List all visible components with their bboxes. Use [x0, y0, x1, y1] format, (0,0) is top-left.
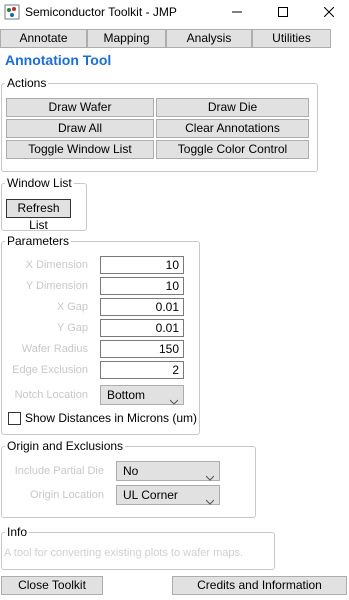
notch-location-label: Notch Location: [14, 389, 88, 401]
close-toolkit-button[interactable]: Close Toolkit: [1, 576, 103, 595]
window-list-group: Window List Refresh List: [1, 176, 87, 232]
notch-location-value: Bottom: [107, 388, 146, 402]
y-dimension-input[interactable]: 10: [100, 277, 184, 295]
y-gap-input[interactable]: 0.01: [100, 319, 184, 337]
x-dimension-input[interactable]: 10: [100, 256, 184, 274]
chevron-down-icon: [169, 392, 179, 410]
origin-location-label: Origin Location: [30, 489, 104, 501]
info-text: A tool for converting existing plots to …: [4, 547, 244, 559]
window-title: Semiconductor Toolkit - JMP: [25, 5, 177, 19]
draw-die-button[interactable]: Draw Die: [156, 98, 309, 117]
edge-exclusion-label: Edge Exclusion: [12, 364, 88, 376]
maximize-icon: [278, 6, 288, 20]
x-gap-input[interactable]: 0.01: [100, 298, 184, 316]
toggle-window-list-button[interactable]: Toggle Window List: [6, 140, 154, 159]
page-title: Annotation Tool: [5, 52, 112, 68]
window-list-legend: Window List: [5, 176, 74, 190]
origin-location-value: UL Corner: [123, 488, 178, 502]
info-group: Info A tool for converting existing plot…: [1, 525, 275, 570]
draw-all-button[interactable]: Draw All: [6, 119, 154, 138]
y-gap-label: Y Gap: [57, 322, 88, 334]
toggle-color-control-button[interactable]: Toggle Color Control: [156, 140, 309, 159]
tab-annotate[interactable]: Annotate: [0, 29, 87, 48]
x-gap-label: X Gap: [56, 301, 88, 313]
show-microns-label: Show Distances in Microns (um): [25, 411, 198, 425]
edge-exclusion-input[interactable]: 2: [100, 361, 184, 379]
maximize-button[interactable]: [260, 0, 306, 26]
credits-information-button[interactable]: Credits and Information: [172, 576, 347, 595]
origin-location-select[interactable]: UL Corner: [116, 485, 220, 505]
tab-analysis[interactable]: Analysis: [166, 29, 252, 48]
include-partial-die-select[interactable]: No: [116, 461, 220, 481]
close-window-button[interactable]: [306, 0, 349, 26]
parameters-legend: Parameters: [5, 234, 72, 248]
tab-mapping[interactable]: Mapping: [87, 29, 166, 48]
minimize-button[interactable]: [214, 0, 260, 26]
y-dimension-label: Y Dimension: [25, 280, 88, 292]
wafer-radius-input[interactable]: 150: [100, 340, 184, 358]
origin-exclusions-group: Origin and Exclusions Include Partial Di…: [1, 439, 256, 518]
actions-legend: Actions: [5, 76, 49, 90]
close-icon: [323, 6, 335, 20]
clear-annotations-button[interactable]: Clear Annotations: [156, 119, 309, 138]
notch-location-select[interactable]: Bottom: [100, 385, 184, 405]
parameters-group: Parameters X Dimension 10 Y Dimension 10…: [1, 234, 200, 435]
origin-legend: Origin and Exclusions: [5, 439, 126, 453]
refresh-list-button[interactable]: Refresh List: [6, 199, 71, 232]
tab-utilities[interactable]: Utilities: [252, 29, 331, 48]
jmp-app-icon: [4, 4, 20, 20]
draw-wafer-button[interactable]: Draw Wafer: [6, 98, 154, 117]
chevron-down-icon: [205, 468, 215, 486]
chevron-down-icon: [205, 492, 215, 510]
include-partial-die-value: No: [123, 464, 139, 478]
title-bar: Semiconductor Toolkit - JMP: [0, 0, 349, 26]
show-microns-checkbox[interactable]: [8, 412, 21, 425]
minimize-icon: [232, 6, 242, 20]
x-dimension-label: X Dimension: [25, 259, 88, 271]
actions-group: Actions Draw Wafer Draw Die Draw All Cle…: [1, 76, 318, 172]
info-legend: Info: [5, 525, 30, 539]
include-partial-die-label: Include Partial Die: [14, 465, 104, 477]
tab-bar: Annotate Mapping Analysis Utilities: [0, 29, 349, 49]
wafer-radius-label: Wafer Radius: [21, 343, 88, 355]
